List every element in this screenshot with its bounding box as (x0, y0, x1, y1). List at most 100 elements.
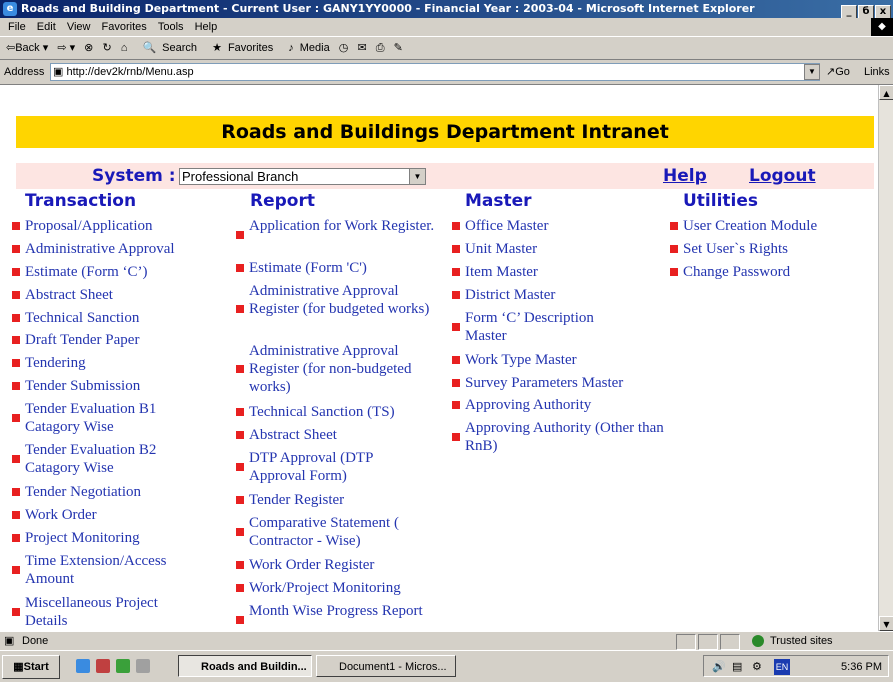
window-title: Roads and Building Department - Current … (21, 2, 755, 15)
bullet-icon (236, 431, 244, 439)
system-tray: 🔊 ▤ ⚙ EN 5:36 PM (703, 655, 889, 677)
media-button[interactable]: ♪ Media (282, 42, 329, 54)
vertical-scrollbar[interactable]: ▲ ▼ (878, 85, 893, 631)
help-link[interactable]: Help (663, 166, 707, 186)
bullet-icon (236, 365, 244, 373)
back-button[interactable]: ⇦Back ▾ (6, 42, 48, 54)
menu-tools[interactable]: Tools (158, 21, 184, 33)
go-arrow-icon: ↗ (826, 66, 836, 78)
bullet-icon (452, 245, 460, 253)
taskbar-item-ie[interactable]: Roads and Buildin... (178, 655, 312, 677)
mail-icon[interactable]: ✉ (357, 42, 366, 54)
address-input[interactable]: ▣ http://dev2k/rnb/Menu.asp (50, 63, 820, 81)
taskbar-item-word[interactable]: Document1 - Micros... (316, 655, 456, 677)
media-label: Media (299, 42, 330, 54)
language-indicator[interactable]: EN (774, 659, 790, 675)
start-button[interactable]: ▦Start (2, 655, 60, 679)
status-text: Done (22, 635, 49, 647)
bullet-icon (12, 455, 20, 463)
minimize-button[interactable]: _ (841, 5, 857, 18)
bullet-icon (236, 264, 244, 272)
security-zone-text: Trusted sites (770, 635, 833, 647)
taskbar-clock: 5:36 PM (841, 661, 882, 673)
logout-link[interactable]: Logout (749, 166, 816, 186)
volume-icon[interactable]: 🔊 (712, 656, 726, 678)
bullet-icon (12, 511, 20, 519)
quick-launch-outlook-icon[interactable] (96, 659, 110, 673)
utilities-heading: Utilities (683, 191, 759, 211)
bullet-icon (670, 222, 678, 230)
quick-launch-ie-icon[interactable] (76, 659, 90, 673)
forward-button[interactable]: ⇨ ▾ (57, 42, 75, 54)
page-done-icon: ▣ (4, 635, 15, 647)
window-controls: _ б x (840, 2, 891, 18)
edit-icon[interactable]: ✎ (394, 42, 403, 54)
address-bar: Address ▣ http://dev2k/rnb/Menu.asp ▼ ↗G… (0, 60, 893, 85)
address-dropdown-icon[interactable]: ▼ (804, 64, 820, 80)
status-pane (676, 634, 696, 650)
status-pane (720, 634, 740, 650)
system-select-value: Professional Branch (182, 169, 299, 184)
close-button[interactable]: x (875, 5, 891, 18)
print-icon[interactable]: ⎙ (376, 42, 385, 54)
favorites-icon: ★ (212, 42, 222, 54)
tray-app-icon[interactable]: ⚙ (752, 656, 762, 678)
system-bar: System : Professional Branch ▼ Help Logo… (16, 163, 874, 189)
scroll-down-icon[interactable]: ▼ (879, 616, 893, 631)
bullet-icon (670, 245, 678, 253)
page-viewport: Roads and Buildings Department Intranet … (0, 85, 878, 631)
bullet-icon (670, 268, 678, 276)
transaction-heading: Transaction (25, 191, 137, 211)
bullet-icon (12, 359, 20, 367)
search-button[interactable]: 🔍 Search (136, 42, 197, 54)
bullet-icon (12, 382, 20, 390)
bullet-icon (12, 222, 20, 230)
stop-icon[interactable]: ⊗ (84, 42, 93, 54)
status-bar: ▣ Done Trusted sites (0, 631, 893, 651)
security-zone-icon (752, 635, 764, 647)
bullet-icon (236, 496, 244, 504)
bullet-icon (12, 245, 20, 253)
menu-favorites[interactable]: Favorites (102, 21, 147, 33)
system-select[interactable]: Professional Branch ▼ (179, 168, 426, 185)
search-label: Search (162, 42, 198, 54)
maximize-button[interactable]: б (858, 5, 874, 18)
go-button[interactable]: ↗Go (826, 60, 850, 84)
favorites-label: Favorites (227, 42, 274, 54)
quick-launch-media-icon[interactable] (136, 659, 150, 673)
menu-bar: File Edit View Favorites Tools Help ◆ (0, 18, 893, 37)
bullet-icon (452, 379, 460, 387)
status-pane (698, 634, 718, 650)
windows-logo-icon: ◆ (871, 18, 893, 36)
menu-view[interactable]: View (67, 21, 91, 33)
history-icon[interactable]: ◷ (339, 42, 349, 54)
refresh-icon[interactable]: ↻ (102, 42, 111, 54)
master-heading: Master (465, 191, 532, 211)
menu-edit[interactable]: Edit (37, 21, 56, 33)
chevron-down-icon[interactable]: ▼ (409, 169, 425, 184)
browser-toolbar: ⇦Back ▾ ⇨ ▾ ⊗ ↻ ⌂ 🔍 Search ★ Favorites ♪ Me… (0, 37, 893, 60)
quick-launch-desktop-icon[interactable] (116, 659, 130, 673)
links-button[interactable]: Links (864, 60, 890, 84)
bullet-icon (12, 336, 20, 344)
page-icon: ▣ (53, 66, 67, 78)
bullet-icon (236, 584, 244, 592)
bullet-icon (236, 231, 244, 239)
home-icon[interactable]: ⌂ (121, 42, 128, 54)
bullet-icon (452, 291, 460, 299)
ie-icon: e (3, 2, 17, 16)
bullet-icon (12, 291, 20, 299)
menu-help[interactable]: Help (195, 21, 218, 33)
go-label: Go (835, 66, 850, 78)
favorites-button[interactable]: ★ Favorites (206, 42, 273, 54)
scroll-up-icon[interactable]: ▲ (879, 85, 893, 100)
window-titlebar: e Roads and Building Department - Current… (0, 0, 893, 18)
search-icon: 🔍 (142, 42, 157, 54)
address-label: Address (4, 66, 45, 78)
menu-file[interactable]: File (8, 21, 26, 33)
bullet-icon (236, 305, 244, 313)
bullet-icon (12, 488, 20, 496)
bullet-icon (452, 268, 460, 276)
network-icon[interactable]: ▤ (732, 656, 742, 678)
bullet-icon (452, 433, 460, 441)
